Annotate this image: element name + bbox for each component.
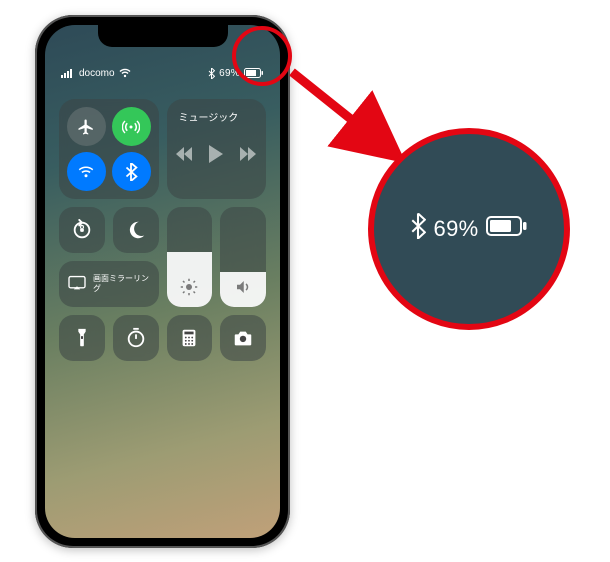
wifi-icon [119, 68, 131, 78]
battery-percent-large: 69% [434, 216, 479, 242]
do-not-disturb-button[interactable] [113, 207, 159, 253]
wifi-button[interactable] [67, 152, 106, 191]
carrier-label: docomo [79, 68, 115, 79]
camera-button[interactable] [220, 315, 266, 361]
bluetooth-button[interactable] [112, 152, 151, 191]
signal-bars-icon [61, 68, 75, 78]
airplane-mode-button[interactable] [67, 107, 106, 146]
flashlight-icon [71, 327, 93, 349]
bluetooth-icon [410, 213, 426, 245]
wifi-icon [77, 163, 95, 181]
camera-icon [232, 327, 254, 349]
calculator-button[interactable] [167, 315, 213, 361]
rotation-lock-button[interactable] [59, 207, 105, 253]
highlight-circle-small [232, 26, 292, 86]
moon-icon [125, 219, 147, 241]
airplane-icon [77, 118, 95, 136]
flashlight-button[interactable] [59, 315, 105, 361]
bluetooth-icon [208, 68, 215, 79]
brightness-slider[interactable] [167, 207, 213, 307]
notch [98, 25, 228, 47]
volume-slider[interactable] [220, 207, 266, 307]
sun-icon [180, 278, 198, 301]
music-tile[interactable]: ミュージック [167, 99, 267, 199]
connectivity-tile[interactable] [59, 99, 159, 199]
highlight-circle-big: 69% [368, 128, 570, 330]
battery-icon [486, 216, 528, 242]
next-track-icon[interactable] [240, 147, 256, 166]
timer-button[interactable] [113, 315, 159, 361]
prev-track-icon[interactable] [176, 147, 192, 166]
screen-mirroring-button[interactable]: 画面ミラーリング [59, 261, 159, 307]
screen-mirror-label: 画面ミラーリング [93, 274, 151, 293]
rotation-lock-icon [71, 219, 93, 241]
play-icon[interactable] [208, 145, 224, 168]
screen: docomo 69% [45, 25, 280, 538]
speaker-icon [234, 278, 252, 301]
cellular-button[interactable] [112, 107, 151, 146]
calculator-icon [178, 327, 200, 349]
screen-mirror-icon [67, 275, 87, 294]
music-label: ミュージック [179, 109, 239, 124]
control-center: ミュージック [59, 99, 266, 361]
timer-icon [125, 327, 147, 349]
phone-frame: docomo 69% [35, 15, 290, 548]
cellular-icon [122, 118, 140, 136]
bluetooth-icon [124, 163, 138, 181]
